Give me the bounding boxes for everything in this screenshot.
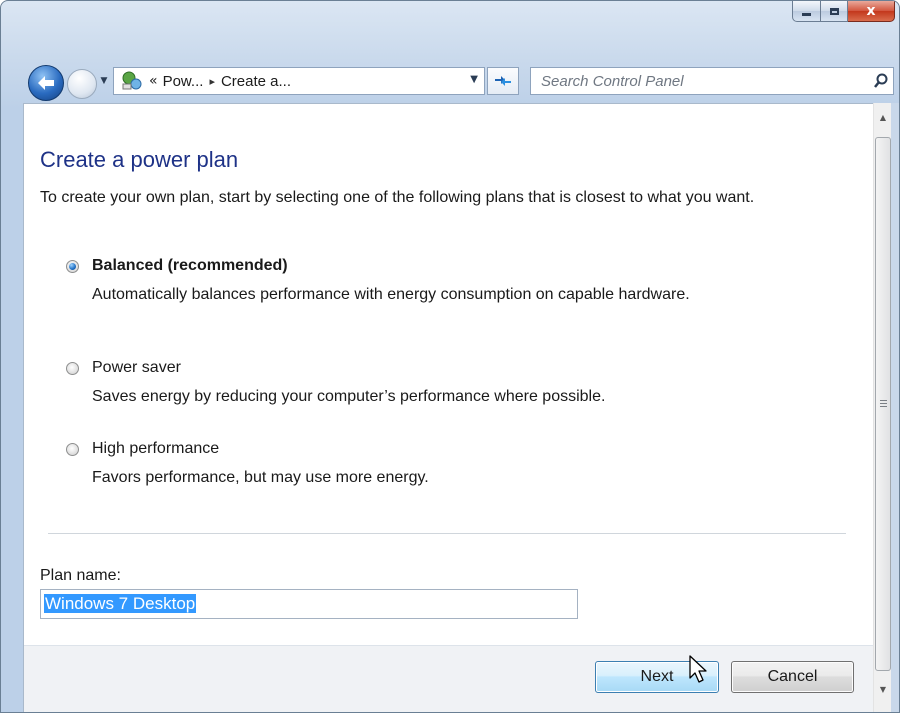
plan-option-high-performance[interactable]: High performance Favors performance, but… (66, 437, 826, 489)
search-box[interactable] (530, 67, 894, 95)
search-icon[interactable] (869, 69, 893, 93)
recent-pages-dropdown-icon[interactable]: ▼ (98, 72, 110, 90)
button-footer: Next Cancel (24, 646, 874, 712)
forward-button[interactable] (67, 69, 97, 99)
breadcrumb-arrow-icon[interactable]: ▸ (209, 75, 215, 88)
cancel-button[interactable]: Cancel (731, 661, 854, 693)
content-pane: Create a power plan To create your own p… (23, 103, 874, 712)
vertical-scrollbar[interactable]: ▲ ▼ (873, 103, 892, 712)
section-divider (48, 533, 846, 534)
caption-buttons: x (792, 1, 895, 22)
scrollbar-grip-icon (880, 400, 887, 407)
scroll-up-arrow-icon[interactable]: ▲ (874, 109, 892, 127)
plan-name-field[interactable]: Windows 7 Desktop (40, 589, 578, 619)
scrollbar-thumb[interactable] (875, 137, 891, 671)
maximize-icon (829, 7, 839, 15)
cancel-button-label: Cancel (767, 668, 818, 685)
navigation-bar: ▼ « Pow... ▸ Create a... ▼ (1, 59, 899, 101)
breadcrumb-item[interactable]: Pow... (163, 73, 204, 90)
minimize-button[interactable] (792, 1, 821, 22)
address-dropdown-icon[interactable]: ▼ (470, 74, 478, 85)
page-title: Create a power plan (40, 147, 239, 172)
mouse-pointer-icon (689, 655, 707, 683)
minimize-icon (802, 12, 811, 16)
plan-description: Automatically balances performance with … (92, 286, 690, 303)
scroll-down-arrow-icon[interactable]: ▼ (874, 681, 892, 699)
address-bar[interactable]: « Pow... ▸ Create a... ▼ (113, 67, 485, 95)
breadcrumb-item[interactable]: Create a... (221, 73, 291, 90)
refresh-button[interactable] (487, 67, 519, 95)
plan-option-balanced[interactable]: Balanced (recommended) Automatically bal… (66, 254, 826, 306)
maximize-button[interactable] (821, 1, 848, 22)
back-button[interactable] (28, 65, 64, 101)
plan-description: Saves energy by reducing your computer’s… (92, 388, 606, 405)
search-input[interactable] (531, 68, 869, 94)
control-panel-window: x ▼ « Pow... ▸ Create a... ▼ Search Cont… (0, 0, 900, 713)
refresh-icon (495, 76, 511, 86)
plan-label[interactable]: Power saver (92, 359, 181, 377)
plan-option-power-saver[interactable]: Power saver Saves energy by reducing you… (66, 356, 826, 408)
intro-text: To create your own plan, start by select… (40, 189, 755, 206)
close-icon: x (866, 3, 876, 19)
next-button-label: Next (640, 668, 674, 685)
plan-name-selected-text[interactable]: Windows 7 Desktop (44, 594, 197, 613)
close-button[interactable]: x (848, 1, 895, 22)
plan-label[interactable]: Balanced (recommended) (92, 257, 288, 275)
plan-description: Favors performance, but may use more ene… (92, 469, 429, 486)
back-arrow-icon (38, 76, 54, 90)
control-panel-icon (119, 70, 145, 92)
breadcrumb-overflow-icon[interactable]: « (149, 73, 158, 89)
window-frame-edge (891, 103, 899, 712)
radio-button[interactable] (66, 442, 79, 456)
plan-label[interactable]: High performance (92, 440, 219, 458)
plan-name-label: Plan name: (40, 567, 121, 584)
radio-button[interactable] (66, 361, 79, 375)
radio-button-checked[interactable] (66, 259, 79, 273)
